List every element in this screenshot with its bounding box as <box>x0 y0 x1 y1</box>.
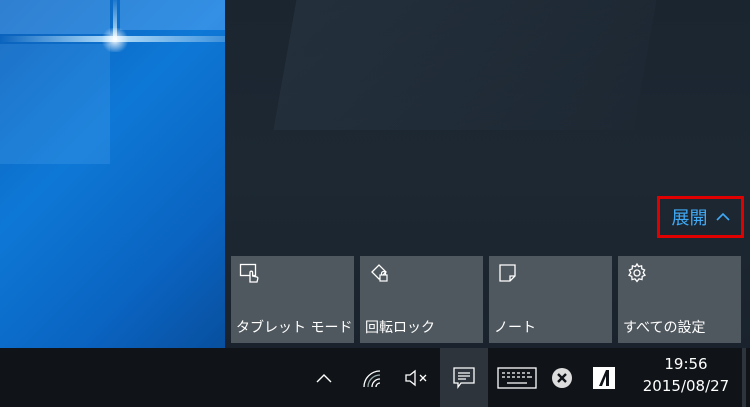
notification-icon <box>453 366 475 389</box>
tile-note[interactable]: ノート <box>489 256 612 343</box>
clock[interactable]: 19:56 2015/08/27 <box>636 353 736 397</box>
volume-muted-icon <box>405 369 427 386</box>
gear-icon <box>627 262 647 283</box>
adobe-icon <box>593 366 615 389</box>
close-circle-icon <box>552 367 572 388</box>
tile-label: タブレット モード <box>236 320 353 336</box>
taskbar: 19:56 2015/08/27 <box>0 348 750 407</box>
keyboard-icon <box>497 366 537 389</box>
clock-date: 2015/08/27 <box>642 377 730 395</box>
tile-label: ノート <box>494 320 536 336</box>
expand-label: 展開 <box>671 208 708 229</box>
note-icon <box>499 264 516 282</box>
tile-label: 回転ロック <box>365 320 435 336</box>
volume-button[interactable] <box>400 348 434 407</box>
wallpaper-glow <box>100 28 130 52</box>
network-button[interactable] <box>356 348 388 407</box>
show-hidden-icons-button[interactable] <box>310 348 338 407</box>
touch-keyboard-button[interactable] <box>494 348 540 407</box>
close-app-button[interactable] <box>548 348 576 407</box>
quick-action-tiles: タブレット モード 回転ロック ノート すべての設定 <box>231 256 741 343</box>
panel-background <box>273 0 657 130</box>
adobe-app-button[interactable] <box>590 348 618 407</box>
action-center-button[interactable] <box>440 348 488 407</box>
rotation-lock-icon <box>371 264 388 282</box>
show-desktop-button[interactable] <box>742 348 746 407</box>
tile-rotation-lock[interactable]: 回転ロック <box>360 256 483 343</box>
expand-button[interactable]: 展開 <box>657 196 744 238</box>
wallpaper-pane <box>120 0 225 30</box>
tile-label: すべての設定 <box>623 320 706 336</box>
desktop-wallpaper <box>0 0 225 348</box>
tile-tablet-mode[interactable]: タブレット モード <box>231 256 354 343</box>
wallpaper-pane <box>0 0 110 34</box>
tablet-mode-icon <box>239 263 259 283</box>
chevron-up-icon <box>316 373 332 382</box>
chevron-up-icon <box>715 212 730 221</box>
action-center-panel: 展開 タブレット モード 回転ロック ノート すべての設定 <box>225 0 750 348</box>
wifi-icon <box>363 369 381 387</box>
tile-all-settings[interactable]: すべての設定 <box>618 256 741 343</box>
wallpaper-pane <box>0 44 110 164</box>
clock-time: 19:56 <box>664 355 708 373</box>
